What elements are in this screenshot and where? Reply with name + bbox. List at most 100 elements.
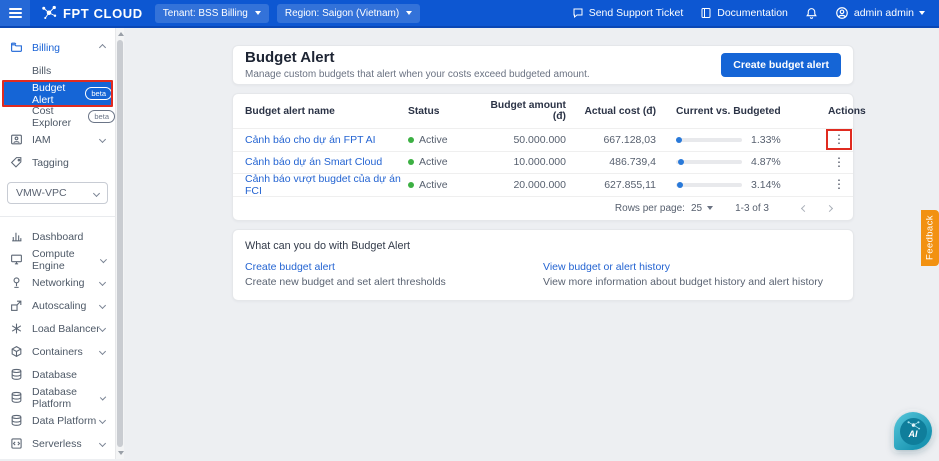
chevron-down-icon — [254, 11, 261, 15]
status-label: Active — [419, 178, 448, 191]
budget-amount: 20.000.000 — [513, 178, 566, 191]
status-label: Active — [419, 133, 448, 146]
help-card: What can you do with Budget Alert Create… — [232, 228, 854, 301]
page-title: Budget Alert — [245, 48, 335, 66]
monitor-icon — [10, 253, 23, 266]
rows-per-page-label: Rows per page: — [614, 202, 685, 214]
chevron-down-icon — [98, 347, 107, 356]
sidebar-item-containers[interactable]: Containers — [0, 340, 115, 363]
fpt-molecule-icon — [40, 3, 58, 24]
budget-alert-link[interactable]: Cảnh báo cho dự án FPT AI — [245, 134, 376, 146]
containers-icon — [10, 345, 23, 358]
create-budget-alert-button[interactable]: Create budget alert — [721, 53, 841, 77]
sidebar-item-dashboard[interactable]: Dashboard — [0, 225, 115, 248]
chevron-down-icon — [707, 206, 714, 210]
column-header-actual: Actual cost (đ) — [584, 105, 656, 117]
sidebar-item-cost-explorer[interactable]: Cost Explorer beta — [0, 105, 115, 129]
sidebar-item-load-balancer[interactable]: Load Balancer — [0, 317, 115, 340]
autoscaling-icon — [10, 299, 23, 312]
user-menu[interactable]: admin admin — [835, 6, 925, 20]
main-content: Budget Alert Manage custom budgets that … — [124, 28, 939, 459]
sidebar-item-networking[interactable]: Networking — [0, 271, 115, 294]
sidebar-item-budget-alert[interactable]: Budget Alert beta — [2, 80, 113, 107]
sidebar-item-autoscaling[interactable]: Autoscaling — [0, 294, 115, 317]
table-header-row: Budget alert name Status Budget amount (… — [233, 94, 866, 128]
help-title: What can you do with Budget Alert — [245, 239, 411, 252]
status-dot — [408, 136, 414, 143]
iam-icon — [10, 133, 23, 146]
scroll-down-arrow[interactable] — [117, 451, 124, 455]
budget-alert-link[interactable]: Cảnh báo dự án Smart Cloud — [245, 156, 382, 168]
billing-icon — [10, 41, 23, 54]
serverless-icon — [10, 437, 23, 450]
row-actions-button[interactable]: ⋮ — [826, 129, 852, 151]
previous-page-button[interactable] — [800, 204, 809, 212]
pagination-bar: Rows per page: 25 1-3 of 3 — [233, 195, 853, 220]
row-actions-button[interactable]: ⋮ — [828, 156, 850, 169]
budget-amount: 50.000.000 — [513, 133, 566, 146]
beta-badge: beta — [85, 87, 112, 100]
actual-cost: 627.855,11 — [604, 178, 656, 191]
feedback-tab[interactable]: Feedback — [921, 210, 939, 266]
ai-chat-bubble[interactable]: AI — [894, 412, 932, 450]
row-actions-button[interactable]: ⋮ — [828, 178, 850, 191]
database-icon — [10, 391, 23, 404]
chevron-down-icon — [92, 189, 101, 197]
send-support-ticket-button[interactable]: Send Support Ticket — [572, 7, 683, 19]
view-history-link[interactable]: View budget or alert history — [543, 261, 670, 273]
column-header-actions: Actions — [828, 105, 866, 117]
notifications-button[interactable] — [805, 7, 818, 20]
sidebar-item-database-platform[interactable]: Database Platform — [0, 386, 115, 410]
kebab-menu-icon: ⋮ — [833, 177, 845, 192]
sidebar-item-ai-platform[interactable]: AI Platform — [0, 455, 115, 459]
scrollbar-thumb[interactable] — [117, 40, 123, 447]
vpc-select[interactable]: VMW-VPC — [7, 182, 108, 204]
sidebar-item-tagging[interactable]: Tagging — [0, 151, 115, 174]
sidebar-item-compute-engine[interactable]: Compute Engine — [0, 248, 115, 272]
sidebar-item-bills[interactable]: Bills — [0, 59, 115, 82]
percent-label: 1.33% — [751, 133, 781, 146]
rows-per-page-select[interactable]: 25 — [691, 203, 714, 214]
database-icon — [10, 414, 23, 427]
pagination-range: 1-3 of 3 — [735, 202, 769, 214]
chevron-up-icon — [98, 43, 107, 52]
hamburger-menu-icon[interactable] — [0, 0, 30, 26]
column-header-budget: Budget amount (đ) — [490, 100, 566, 122]
database-icon — [10, 368, 23, 381]
kebab-menu-icon: ⋮ — [833, 132, 845, 147]
budget-alert-link[interactable]: Cảnh báo vượt bugdet của dự án FCI — [245, 173, 401, 197]
column-header-current: Current vs. Budgeted — [676, 105, 781, 117]
sidebar-item-serverless[interactable]: Serverless — [0, 432, 115, 455]
progress-bar — [676, 159, 742, 166]
fpt-cloud-logo: FPT CLOUD — [40, 3, 143, 24]
scroll-up-arrow[interactable] — [117, 32, 124, 36]
sidebar-item-data-platform[interactable]: Data Platform — [0, 409, 115, 432]
sidebar-item-billing[interactable]: Billing — [0, 36, 115, 59]
ai-chat-icon: AI — [899, 417, 927, 445]
next-page-button[interactable] — [825, 204, 834, 212]
column-header-status: Status — [408, 105, 440, 117]
chevron-down-icon — [919, 11, 925, 15]
progress-bar — [676, 181, 742, 188]
chevron-down-icon — [98, 301, 107, 310]
create-budget-alert-link[interactable]: Create budget alert — [245, 261, 335, 273]
sidebar: Billing Bills Budget Alert beta Cost Exp… — [0, 28, 115, 459]
table-row: Cảnh báo vượt bugdet của dự án FCI Activ… — [233, 173, 853, 197]
percent-label: 4.87% — [751, 156, 781, 169]
percent-label: 3.14% — [751, 178, 781, 191]
top-bar: FPT CLOUD Tenant: BSS Billing Region: Sa… — [0, 0, 939, 28]
chevron-down-icon — [98, 324, 107, 333]
region-dropdown[interactable]: Region: Saigon (Vietnam) — [276, 3, 421, 23]
sidebar-item-iam[interactable]: IAM — [0, 128, 115, 151]
status-dot — [408, 159, 414, 166]
beta-badge: beta — [88, 110, 115, 123]
tag-icon — [10, 156, 23, 169]
status-dot — [408, 181, 414, 188]
tenant-dropdown[interactable]: Tenant: BSS Billing — [154, 3, 269, 23]
progress-bar — [675, 136, 742, 143]
documentation-link[interactable]: Documentation — [700, 7, 788, 19]
bell-icon — [805, 7, 818, 20]
chevron-down-icon — [98, 416, 107, 425]
kebab-menu-icon: ⋮ — [833, 154, 845, 169]
sidebar-item-database[interactable]: Database — [0, 363, 115, 386]
